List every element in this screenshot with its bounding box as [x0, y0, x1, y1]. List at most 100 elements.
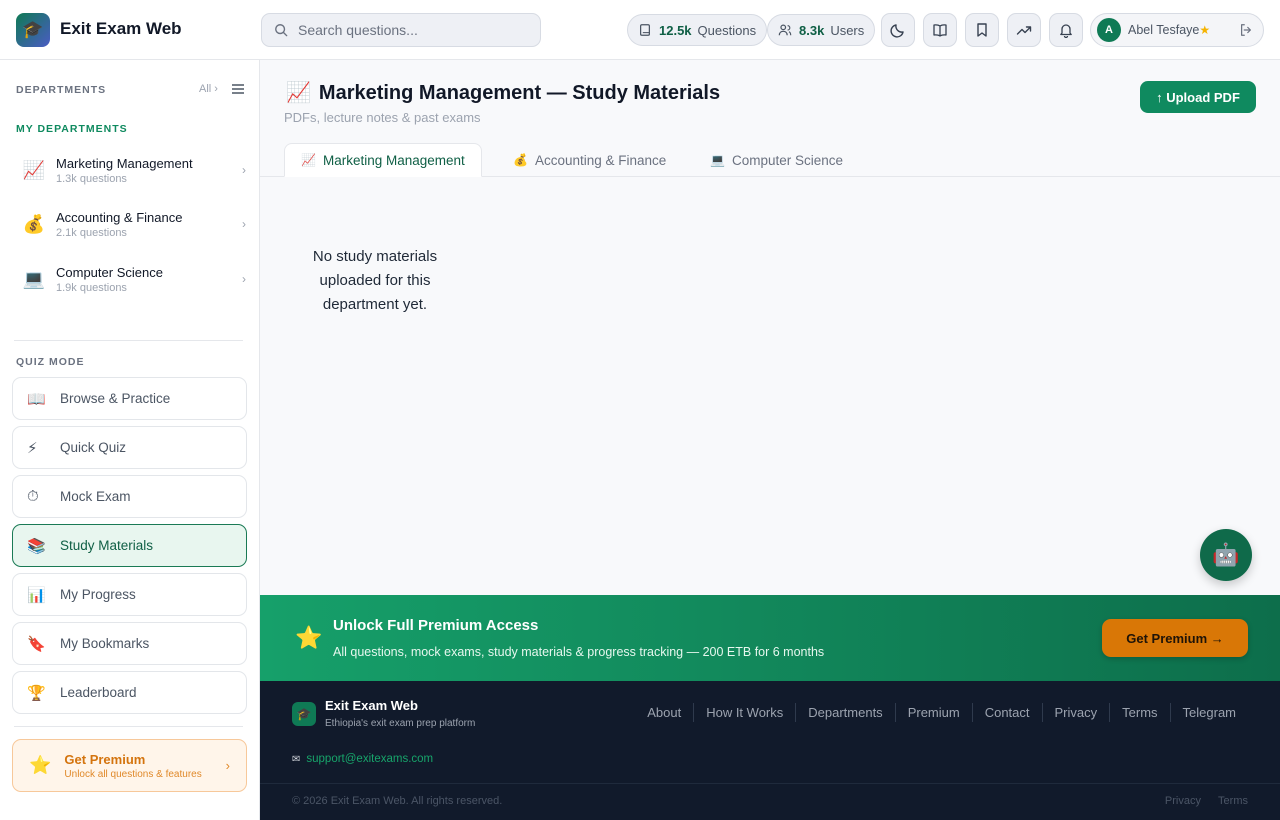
mode-label: Mock Exam	[60, 489, 131, 504]
tab-computer-science[interactable]: 💻 Computer Science	[694, 143, 859, 177]
chart-up-icon: 📈	[22, 159, 46, 180]
dept-name: Accounting & Finance	[56, 209, 183, 225]
open-book-icon: 📖	[27, 390, 46, 408]
chevron-right-icon: ›	[225, 758, 230, 773]
footer-link-departments[interactable]: Departments	[795, 703, 894, 722]
bookmarks-button[interactable]	[965, 13, 999, 47]
dark-mode-button[interactable]	[881, 13, 915, 47]
bell-icon	[1060, 24, 1072, 38]
tab-label: Accounting & Finance	[534, 152, 667, 168]
page-title-text: Marketing Management — Study Materials	[318, 82, 721, 104]
open-book-button[interactable]	[923, 13, 957, 47]
lightning-icon: ⚡	[27, 439, 38, 457]
brand-name[interactable]: Exit Exam Web	[60, 19, 182, 39]
get-premium-card[interactable]: ⭐ Get Premium Unlock all questions & feat…	[12, 739, 247, 792]
footer-link-privacy[interactable]: Privacy	[1041, 703, 1110, 722]
chart-up-icon: 📈	[301, 153, 316, 167]
user-name: Abel Tesfaye	[1128, 23, 1200, 37]
footer-link-premium[interactable]: Premium	[894, 703, 972, 722]
sidebar-item-marketing-management[interactable]: 📈 Marketing Management 1.3k questions ›	[12, 146, 248, 194]
footer-link-contact[interactable]: Contact	[971, 703, 1042, 722]
footer-email[interactable]: ✉ support@exitexams.com	[292, 753, 433, 765]
footer-bottom-terms[interactable]: Terms	[1218, 795, 1248, 807]
banner-title: Unlock Full Premium Access	[333, 617, 539, 634]
tab-label: Computer Science	[731, 152, 844, 168]
questions-count: 12.5k	[659, 22, 692, 38]
star-icon: ⭐	[29, 755, 52, 775]
chevron-right-icon: ›	[242, 163, 246, 177]
users-label: Users	[830, 22, 865, 38]
quiz-mode-heading: QUIZ MODE	[16, 356, 85, 368]
footer-bottom-privacy[interactable]: Privacy	[1165, 795, 1201, 807]
mode-my-progress[interactable]: 📊 My Progress	[12, 573, 247, 616]
materials-content	[260, 177, 1280, 595]
graduation-cap-logo-icon[interactable]: 🎓	[16, 13, 50, 47]
laptop-icon: 💻	[22, 268, 46, 289]
email-address[interactable]: support@exitexams.com	[306, 753, 433, 765]
sidebar-item-computer-science[interactable]: 💻 Computer Science 1.9k questions ›	[12, 255, 248, 303]
books-icon: 📚	[27, 537, 46, 555]
logout-icon[interactable]	[1239, 23, 1253, 37]
footer-links: About How It Works Departments Premium C…	[635, 703, 1248, 722]
menu-icon[interactable]	[232, 84, 244, 94]
footer-brand: Exit Exam Web	[325, 698, 418, 713]
premium-banner: ⭐ Unlock Full Premium Access All questio…	[260, 595, 1280, 681]
page-subtitle: PDFs, lecture notes & past exams	[284, 110, 481, 125]
upload-pdf-button[interactable]: ↑ Upload PDF	[1140, 81, 1256, 113]
footer-link-about[interactable]: About	[635, 703, 693, 722]
premium-subtitle: Unlock all questions & features	[64, 768, 202, 780]
top-header: 🎓 Exit Exam Web 12.5k Questions 8.3k Use…	[0, 0, 1280, 60]
mode-my-bookmarks[interactable]: 🔖 My Bookmarks	[12, 622, 247, 665]
chevron-right-icon: ›	[242, 272, 246, 286]
departments-heading: DEPARTMENTS	[16, 84, 107, 96]
premium-title: Get Premium	[64, 751, 146, 767]
mode-study-materials[interactable]: 📚 Study Materials	[12, 524, 247, 567]
users-stat: 8.3k Users	[767, 14, 876, 46]
mode-label: My Progress	[60, 587, 136, 602]
star-icon: ⭐	[295, 625, 323, 650]
users-count: 8.3k	[799, 22, 825, 38]
search-box[interactable]	[261, 13, 541, 47]
users-icon	[778, 24, 792, 36]
dept-count: 1.3k questions	[56, 172, 127, 185]
mode-label: Browse & Practice	[60, 391, 171, 406]
dept-name: Computer Science	[56, 264, 163, 280]
chatbot-button[interactable]: 🤖	[1200, 529, 1252, 581]
questions-stat: 12.5k Questions	[627, 14, 768, 46]
user-menu[interactable]: A Abel Tesfaye ★	[1090, 13, 1264, 47]
progress-button[interactable]	[1007, 13, 1041, 47]
money-bag-icon: 💰	[22, 213, 46, 234]
mode-label: Quick Quiz	[60, 440, 127, 455]
footer-link-telegram[interactable]: Telegram	[1169, 703, 1248, 722]
mode-mock-exam[interactable]: ⏱ Mock Exam	[12, 475, 247, 518]
tab-accounting-finance[interactable]: 💰 Accounting & Finance	[497, 143, 682, 177]
footer-link-how-it-works[interactable]: How It Works	[693, 703, 795, 722]
get-premium-button[interactable]: Get Premium →	[1102, 619, 1248, 657]
all-departments-link[interactable]: All ›	[199, 83, 218, 95]
dept-count: 1.9k questions	[56, 281, 127, 294]
mode-label: Leaderboard	[60, 685, 137, 700]
stopwatch-icon: ⏱	[27, 488, 39, 505]
mode-leaderboard[interactable]: 🏆 Leaderboard	[12, 671, 247, 714]
search-input[interactable]	[298, 22, 518, 38]
tab-label: Marketing Management	[322, 152, 465, 168]
page-title: 📈 Marketing Management — Study Materials	[286, 80, 720, 105]
envelope-icon: ✉	[292, 754, 301, 765]
mode-browse-practice[interactable]: 📖 Browse & Practice	[12, 377, 247, 420]
divider	[14, 340, 243, 341]
logo-emoji: 🎓	[22, 20, 44, 39]
notifications-button[interactable]	[1049, 13, 1083, 47]
mode-label: My Bookmarks	[60, 636, 150, 651]
tab-marketing-management[interactable]: 📈 Marketing Management	[284, 143, 482, 177]
sidebar-item-accounting-finance[interactable]: 💰 Accounting & Finance 2.1k questions ›	[12, 200, 248, 248]
book-icon	[640, 24, 650, 36]
footer-bottom-links: Privacy Terms	[1151, 795, 1248, 807]
divider	[14, 726, 243, 727]
footer-divider	[260, 783, 1280, 784]
footer-tagline: Ethiopia's exit exam prep platform	[325, 718, 476, 729]
trending-up-icon	[1016, 26, 1032, 35]
footer-link-terms[interactable]: Terms	[1109, 703, 1169, 722]
questions-label: Questions	[697, 22, 757, 38]
trophy-icon: 🏆	[27, 684, 46, 702]
mode-quick-quiz[interactable]: ⚡ Quick Quiz	[12, 426, 247, 469]
